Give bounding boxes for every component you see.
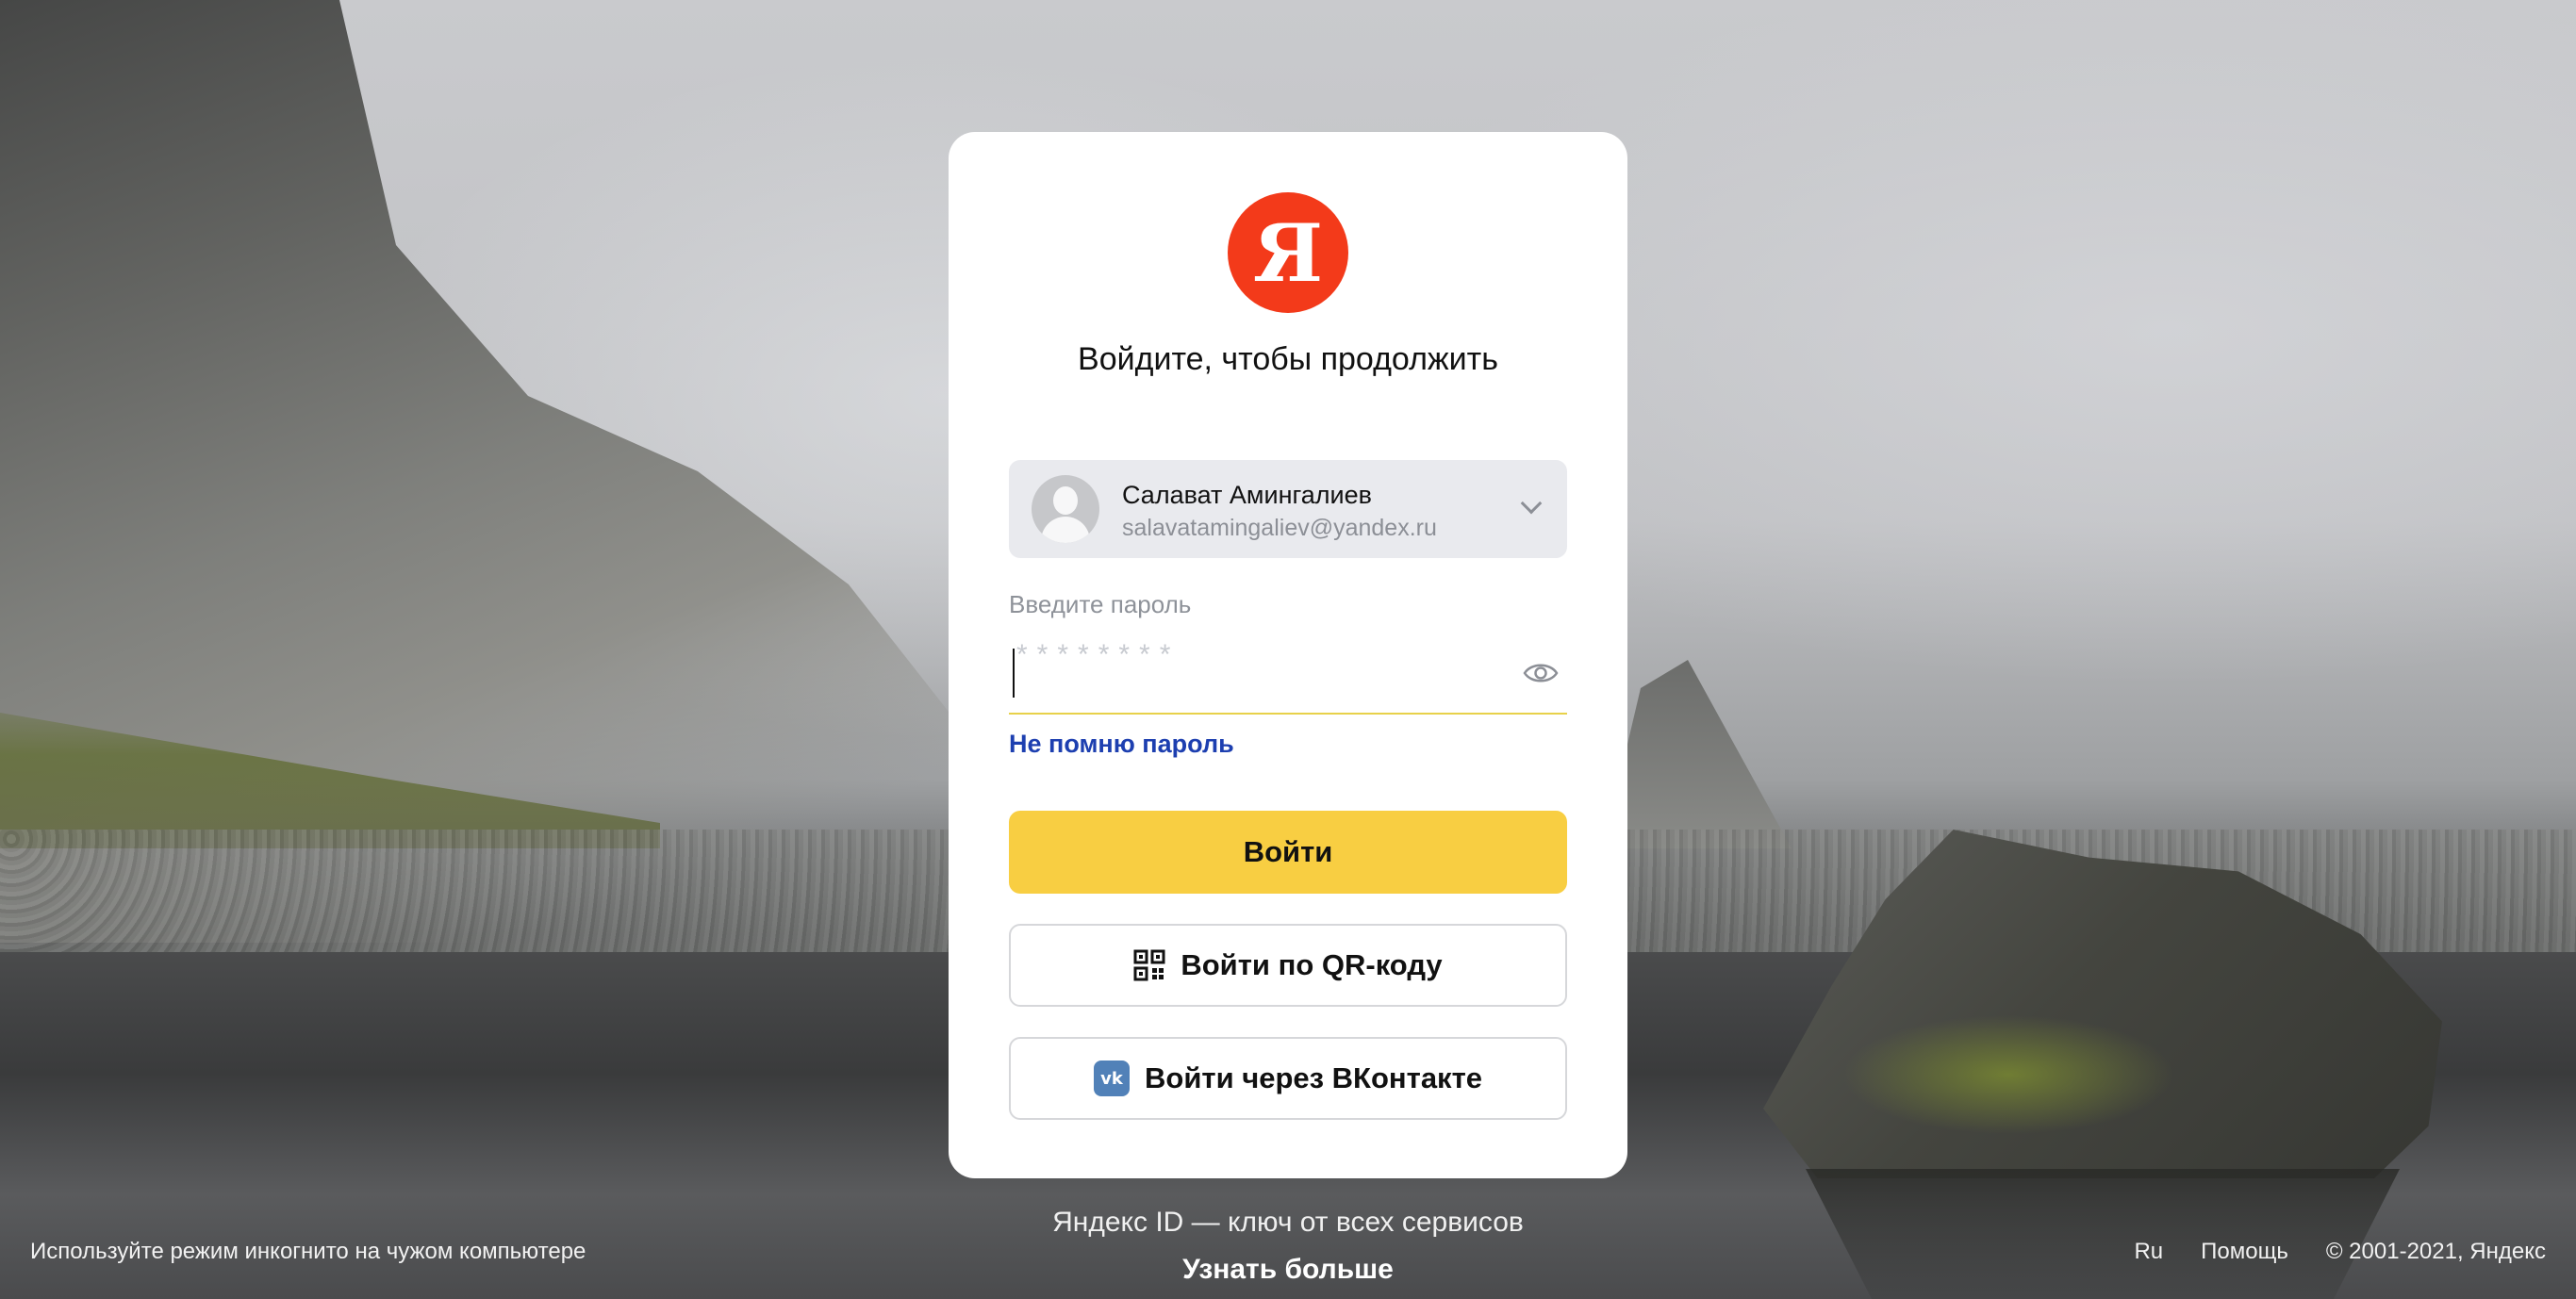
- vk-login-button-label: Войти через ВКонтакте: [1145, 1061, 1482, 1094]
- login-card: Я Войдите, чтобы продолжить Салават Амин…: [949, 132, 1627, 1178]
- help-link[interactable]: Помощь: [2201, 1239, 2288, 1265]
- yandex-logo-icon[interactable]: Я: [1228, 192, 1348, 313]
- qr-code-icon: [1133, 949, 1165, 981]
- password-field[interactable]: ********: [1009, 632, 1567, 715]
- account-name: Салават Амингалиев: [1122, 481, 1372, 509]
- incognito-hint: Используйте режим инкогнито на чужом ком…: [30, 1239, 586, 1264]
- password-label: Введите пароль: [1009, 590, 1192, 618]
- forgot-password-link[interactable]: Не помню пароль: [1009, 730, 1234, 759]
- footer-links: Ru Помощь © 2001-2021, Яндекс: [2134, 1239, 2546, 1265]
- login-button[interactable]: Войти: [1009, 811, 1567, 894]
- language-switcher[interactable]: Ru: [2134, 1239, 2163, 1265]
- qr-login-button-label: Войти по QR-коду: [1181, 948, 1443, 981]
- vk-login-button[interactable]: vk Войти через ВКонтакте: [1009, 1037, 1567, 1120]
- account-email: salavatamingaliev@yandex.ru: [1122, 515, 1437, 541]
- chevron-down-icon[interactable]: [1520, 492, 1543, 515]
- text-caret: [1013, 649, 1015, 698]
- eye-icon[interactable]: [1522, 654, 1560, 692]
- login-button-label: Войти: [1243, 835, 1333, 868]
- logo-letter: Я: [1252, 206, 1324, 300]
- avatar: [1032, 475, 1099, 543]
- account-selector[interactable]: Салават Амингалиев salavatamingaliev@yan…: [1009, 460, 1567, 558]
- vk-icon: vk: [1094, 1061, 1130, 1096]
- qr-login-button[interactable]: Войти по QR-коду: [1009, 924, 1567, 1007]
- promo-tagline: Яндекс ID — ключ от всех сервисов: [1052, 1207, 1524, 1238]
- background-hill: [1603, 660, 1792, 848]
- page-title: Войдите, чтобы продолжить: [1078, 341, 1498, 377]
- copyright: © 2001-2021, Яндекс: [2325, 1239, 2546, 1264]
- password-placeholder: ********: [1016, 639, 1181, 670]
